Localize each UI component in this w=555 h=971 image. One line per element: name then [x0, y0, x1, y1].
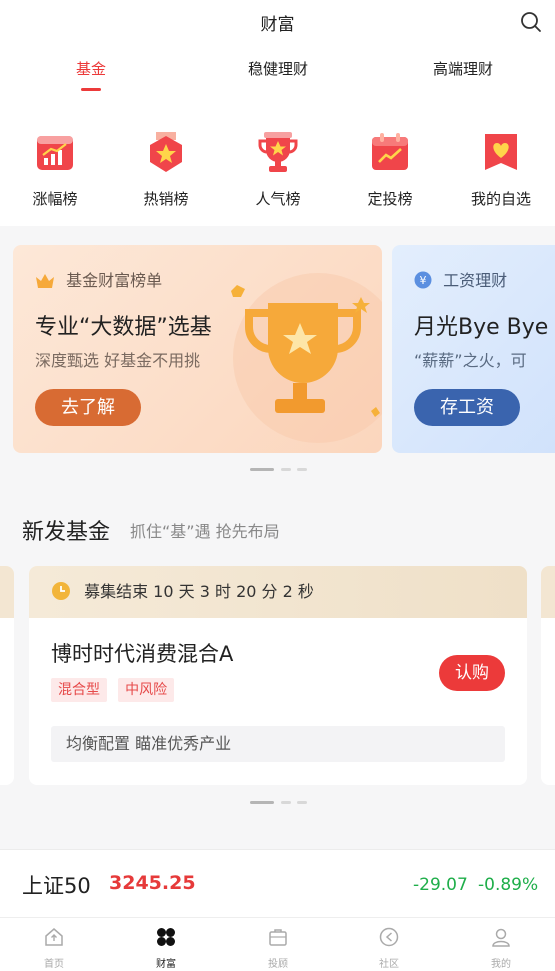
- carousel-dot-active: [250, 801, 274, 804]
- index-value: 3245.25: [109, 872, 196, 894]
- banner-title: 月光Bye Bye: [414, 315, 549, 340]
- yuan-coin-icon: ¥: [414, 271, 432, 289]
- countdown-text: 募集结束 10 天 3 时 20 分 2 秒: [84, 582, 314, 601]
- fund-tags: 混合型 中风险: [51, 678, 180, 702]
- risk-level-tag: 中风险: [118, 678, 175, 702]
- briefcase-icon: [269, 929, 287, 946]
- category-tabs: 基金 稳健理财 高端理财: [0, 44, 555, 100]
- carousel-dot: [297, 801, 307, 804]
- prev-fund-card[interactable]: [0, 566, 14, 785]
- save-salary-button[interactable]: 存工资: [414, 389, 520, 426]
- section-title: 新发基金: [22, 520, 111, 545]
- tab-advisor[interactable]: 投顾: [248, 926, 308, 970]
- fund-description: 均衡配置 瞄准优秀产业: [51, 726, 505, 762]
- banner-tag: 工资理财: [443, 271, 508, 290]
- star-badge-icon: [150, 132, 182, 172]
- banner-subtitle: 深度甄选 好基金不用挑: [35, 351, 201, 370]
- new-funds-section: 新发基金 抓住“基”遇 抢先布局 募集结束 10 天 3 时 20 分 2 秒 …: [0, 496, 555, 846]
- page-title: 财富: [260, 15, 295, 35]
- tab-fund[interactable]: 基金: [76, 58, 106, 91]
- quick-link-popular[interactable]: 人气榜: [233, 130, 323, 209]
- fund-name: 博时时代消费混合A: [51, 642, 234, 666]
- subscribe-button[interactable]: 认购: [439, 655, 505, 691]
- tab-home[interactable]: 首页: [24, 926, 84, 970]
- quick-link-gainers[interactable]: 涨幅榜: [10, 130, 100, 209]
- fund-card[interactable]: 募集结束 10 天 3 时 20 分 2 秒 博时时代消费混合A 混合型 中风险…: [29, 566, 527, 785]
- active-tab-indicator: [81, 88, 101, 91]
- quick-link-my-watchlist[interactable]: 我的自选: [456, 130, 546, 209]
- carousel-dot: [281, 468, 291, 471]
- top-bar: 财富: [0, 0, 555, 44]
- section-subtitle: 抓住“基”遇 抢先布局: [130, 522, 280, 541]
- banner-salary-wealth[interactable]: ¥ 工资理财 月光Bye Bye “薪薪”之火，可 存工资: [392, 245, 555, 453]
- quick-link-fixed-investment[interactable]: 定投榜: [345, 130, 435, 209]
- home-icon: [45, 928, 63, 946]
- banner-fund-ranking[interactable]: 基金财富榜单 专业“大数据”选基 深度甄选 好基金不用挑 去了解: [13, 245, 382, 453]
- quick-link-hot-sales[interactable]: 热销榜: [121, 130, 211, 209]
- promo-banner-carousel: 基金财富榜单 专业“大数据”选基 深度甄选 好基金不用挑 去了解 ¥ 工资理财 …: [0, 226, 555, 476]
- user-icon: [492, 928, 510, 947]
- tab-stable-wealth[interactable]: 稳健理财: [248, 58, 308, 79]
- clock-icon: [52, 582, 70, 600]
- heart-bookmark-icon: [485, 134, 517, 170]
- tab-community[interactable]: 社区: [359, 926, 419, 970]
- next-fund-card[interactable]: [541, 566, 555, 785]
- carousel-dot: [281, 801, 291, 804]
- banner-subtitle: “薪薪”之火，可: [414, 351, 527, 370]
- index-name: 上证50: [22, 874, 91, 898]
- market-index-bar[interactable]: 上证50 3245.25 -29.07 -0.89%: [0, 849, 555, 917]
- index-change: -29.07: [413, 875, 468, 895]
- banner-title: 专业“大数据”选基: [35, 315, 212, 340]
- carousel-indicator: [0, 468, 555, 472]
- calendar-chart-icon: [372, 133, 408, 170]
- fund-type-tag: 混合型: [51, 678, 107, 702]
- index-change-percent: -0.89%: [478, 875, 539, 895]
- tab-wealth[interactable]: 财富: [136, 926, 196, 970]
- carousel-dot-active: [250, 468, 274, 471]
- quick-links: 涨幅榜 热销榜 人气榜 定投榜 我的自选: [0, 100, 555, 226]
- carousel-dot: [297, 468, 307, 471]
- bottom-tab-bar: 首页 财富 投顾 社区 我的: [0, 917, 555, 971]
- fund-carousel-indicator: [0, 801, 555, 805]
- trophy-illustration: [213, 263, 382, 443]
- search-icon[interactable]: [519, 10, 543, 34]
- crown-icon: [36, 274, 54, 288]
- learn-more-button[interactable]: 去了解: [35, 389, 141, 426]
- banner-tag: 基金财富榜单: [66, 271, 163, 290]
- tab-premium-wealth[interactable]: 高端理财: [433, 58, 493, 79]
- svg-text:¥: ¥: [420, 274, 427, 287]
- tab-mine[interactable]: 我的: [471, 926, 531, 970]
- wealth-grid-icon: [157, 928, 175, 946]
- trend-chart-icon: [37, 136, 73, 170]
- trophy-icon: [258, 132, 298, 172]
- community-icon: [379, 927, 399, 947]
